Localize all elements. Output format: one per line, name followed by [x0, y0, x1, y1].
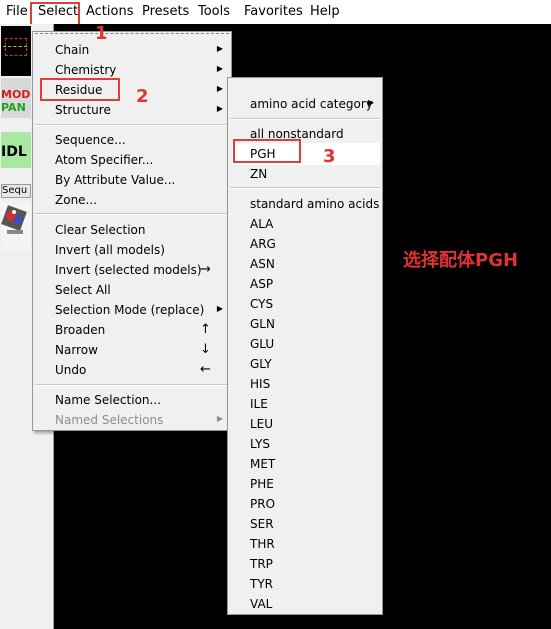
- menu-item-invert-all[interactable]: Invert (all models): [55, 240, 165, 260]
- submenu-item-tyr[interactable]: TYR: [250, 574, 273, 594]
- submenu-item-trp[interactable]: TRP: [250, 554, 273, 574]
- submenu-item-his[interactable]: HIS: [250, 374, 270, 394]
- submenu-item-glu[interactable]: GLU: [250, 334, 274, 354]
- submenu-item-ala[interactable]: ALA: [250, 214, 273, 234]
- submenu-item-asp[interactable]: ASP: [250, 274, 273, 294]
- menu-bar: File Select Actions Presets Tools Favori…: [0, 0, 551, 24]
- menu-separator: [35, 124, 229, 126]
- submenu-item-val[interactable]: VAL: [250, 594, 272, 614]
- menu-item-chain[interactable]: Chain: [55, 40, 89, 60]
- submenu-item-phe[interactable]: PHE: [250, 474, 274, 494]
- menu-item-zone[interactable]: Zone...: [55, 190, 97, 210]
- menu-actions[interactable]: Actions: [86, 4, 134, 19]
- menu-favorites[interactable]: Favorites: [244, 4, 303, 19]
- submenu-item-pro[interactable]: PRO: [250, 494, 275, 514]
- menu-item-broaden[interactable]: Broaden: [55, 320, 105, 340]
- shortcut-right: →: [200, 262, 211, 277]
- submenu-arrow-icon: ▶: [216, 304, 223, 313]
- chimera-logo-icon[interactable]: [1, 202, 31, 250]
- submenu-arrow-icon: ▶: [367, 98, 374, 107]
- submenu-item-zn[interactable]: ZN: [250, 164, 267, 184]
- annotation-note: 选择配体PGH: [403, 250, 519, 271]
- menu-item-narrow[interactable]: Narrow: [55, 340, 98, 360]
- idle-label: IDL: [1, 144, 27, 160]
- submenu-item-asn[interactable]: ASN: [250, 254, 275, 274]
- menu-item-name-selection[interactable]: Name Selection...: [55, 390, 161, 410]
- step-3-label: 3: [323, 146, 336, 167]
- submenu-item-gly[interactable]: GLY: [250, 354, 272, 374]
- highlight-residue: [40, 78, 120, 101]
- submenu-item-cys[interactable]: CYS: [250, 294, 273, 314]
- submenu-item-thr[interactable]: THR: [250, 534, 275, 554]
- submenu-item-lys[interactable]: LYS: [250, 434, 270, 454]
- menu-file[interactable]: File: [6, 4, 28, 19]
- submenu-item-ile[interactable]: ILE: [250, 394, 268, 414]
- submenu-arrow-icon: ▶: [216, 104, 223, 113]
- submenu-arrow-icon: ▶: [216, 64, 223, 73]
- pan-label: PAN: [1, 101, 26, 114]
- menu-item-atom-specifier[interactable]: Atom Specifier...: [55, 150, 153, 170]
- menu-item-named-selections: Named Selections: [55, 413, 164, 427]
- menu-separator: [35, 213, 229, 215]
- submenu-item-gln[interactable]: GLN: [250, 314, 275, 334]
- menu-help[interactable]: Help: [310, 4, 340, 19]
- submenu-item-ser[interactable]: SER: [250, 514, 274, 534]
- menu-tools[interactable]: Tools: [198, 4, 230, 19]
- tearoff-line[interactable]: [35, 33, 229, 34]
- submenu-arrow-icon: ▶: [216, 414, 223, 423]
- step-1-label: 1: [95, 23, 108, 44]
- menu-item-clear-selection[interactable]: Clear Selection: [55, 220, 146, 240]
- model-panel-button[interactable]: MOD PAN: [1, 78, 31, 118]
- submenu-item-met[interactable]: MET: [250, 454, 275, 474]
- mod-label: MOD: [1, 88, 31, 101]
- menu-presets[interactable]: Presets: [142, 4, 189, 19]
- submenu-standard-amino-acids[interactable]: standard amino acids: [250, 194, 379, 214]
- step-2-label: 2: [136, 86, 149, 107]
- menu-item-chemistry[interactable]: Chemistry: [55, 60, 116, 80]
- preview-thumbnail[interactable]: [1, 26, 31, 76]
- menu-item-by-attribute[interactable]: By Attribute Value...: [55, 170, 175, 190]
- shortcut-left: ←: [200, 362, 211, 377]
- idle-button[interactable]: IDL: [1, 132, 31, 168]
- menu-separator: [230, 187, 380, 189]
- shortcut-down: ↓: [200, 342, 211, 357]
- menu-item-invert-selected[interactable]: Invert (selected models): [55, 260, 202, 280]
- submenu-amino-acid-category[interactable]: amino acid category: [250, 94, 373, 114]
- shortcut-up: ↑: [200, 322, 211, 337]
- menu-separator: [35, 384, 229, 386]
- menu-item-structure[interactable]: Structure: [55, 100, 111, 120]
- submenu-item-arg[interactable]: ARG: [250, 234, 276, 254]
- highlight-pgh: [233, 139, 301, 163]
- menu-item-selection-mode[interactable]: Selection Mode (replace): [55, 300, 204, 320]
- menu-item-select-all[interactable]: Select All: [55, 280, 111, 300]
- submenu-item-leu[interactable]: LEU: [250, 414, 273, 434]
- submenu-arrow-icon: ▶: [216, 44, 223, 53]
- menu-separator: [230, 118, 380, 120]
- menu-item-sequence[interactable]: Sequence...: [55, 130, 126, 150]
- sequence-tab[interactable]: Sequ: [1, 184, 31, 198]
- submenu-arrow-icon: ▶: [216, 84, 223, 93]
- menu-item-undo[interactable]: Undo: [55, 360, 86, 380]
